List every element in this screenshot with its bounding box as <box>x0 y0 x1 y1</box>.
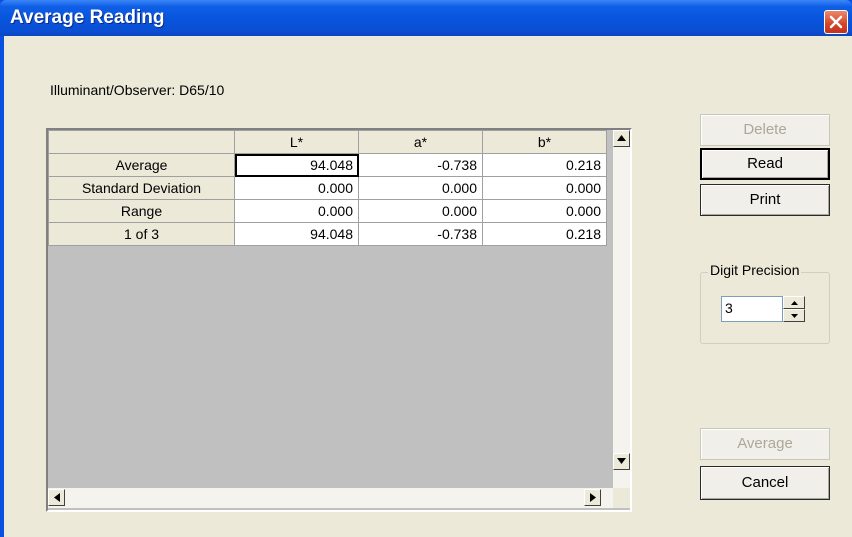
readings-table: L* a* b* Average 94.048 -0.738 0.218 Sta… <box>48 130 607 246</box>
arrow-right-icon <box>590 493 596 502</box>
arrow-left-icon <box>54 493 60 502</box>
spin-up-icon <box>791 301 798 305</box>
horizontal-scrollbar[interactable] <box>48 488 613 508</box>
table-cell[interactable]: 0.000 <box>358 176 483 200</box>
table-cell[interactable]: 0.000 <box>358 199 483 223</box>
readings-grid[interactable]: L* a* b* Average 94.048 -0.738 0.218 Sta… <box>46 128 632 512</box>
table-cell[interactable]: 0.218 <box>482 153 607 177</box>
dialog-body: Illuminant/Observer: D65/10 L* a* b* Ave… <box>4 36 852 537</box>
row-header[interactable]: Average <box>48 153 235 177</box>
column-header-l[interactable]: L* <box>234 130 359 154</box>
title-bar[interactable]: Average Reading <box>0 0 852 36</box>
scroll-right-button[interactable] <box>584 489 601 506</box>
table-cell[interactable]: 0.000 <box>482 199 607 223</box>
dialog-window: Average Reading Illuminant/Observer: D65… <box>0 0 852 537</box>
table-cell[interactable]: -0.738 <box>358 153 483 177</box>
column-header-b[interactable]: b* <box>482 130 607 154</box>
spin-down-icon <box>791 314 798 318</box>
table-row: Range 0.000 0.000 0.000 <box>48 199 607 223</box>
cancel-button[interactable]: Cancel <box>700 466 830 500</box>
column-header-a[interactable]: a* <box>358 130 483 154</box>
scroll-down-button[interactable] <box>613 453 630 470</box>
print-button[interactable]: Print <box>700 184 830 216</box>
illuminant-label: Illuminant/Observer: D65/10 <box>50 82 225 98</box>
row-header[interactable]: Standard Deviation <box>48 176 235 200</box>
read-button[interactable]: Read <box>700 148 830 180</box>
delete-button[interactable]: Delete <box>700 114 830 146</box>
table-header-row: L* a* b* <box>48 130 607 154</box>
vertical-scrollbar[interactable] <box>613 130 630 488</box>
table-row: Standard Deviation 0.000 0.000 0.000 <box>48 176 607 200</box>
table-cell[interactable]: 0.218 <box>482 222 607 246</box>
precision-down-button[interactable] <box>783 309 805 322</box>
table-cell[interactable]: 0.000 <box>482 176 607 200</box>
average-button[interactable]: Average <box>700 428 830 460</box>
corner-header <box>48 130 235 154</box>
scroll-left-button[interactable] <box>48 489 65 506</box>
precision-up-button[interactable] <box>783 296 805 309</box>
arrow-up-icon <box>617 135 626 141</box>
close-icon <box>829 15 843 29</box>
digit-precision-input[interactable]: 3 <box>721 296 783 322</box>
digit-precision-label: Digit Precision <box>708 262 802 278</box>
arrow-down-icon <box>617 458 626 464</box>
row-header[interactable]: 1 of 3 <box>48 222 235 246</box>
scrollbar-corner <box>613 488 630 508</box>
scroll-up-button[interactable] <box>613 130 630 147</box>
table-cell[interactable]: 94.048 <box>234 222 359 246</box>
table-cell[interactable]: -0.738 <box>358 222 483 246</box>
row-header[interactable]: Range <box>48 199 235 223</box>
table-cell[interactable]: 0.000 <box>234 176 359 200</box>
table-cell[interactable]: 94.048 <box>234 153 359 177</box>
window-title: Average Reading <box>10 7 165 28</box>
table-row: 1 of 3 94.048 -0.738 0.218 <box>48 222 607 246</box>
table-row: Average 94.048 -0.738 0.218 <box>48 153 607 177</box>
close-button[interactable] <box>824 10 848 34</box>
table-cell[interactable]: 0.000 <box>234 199 359 223</box>
